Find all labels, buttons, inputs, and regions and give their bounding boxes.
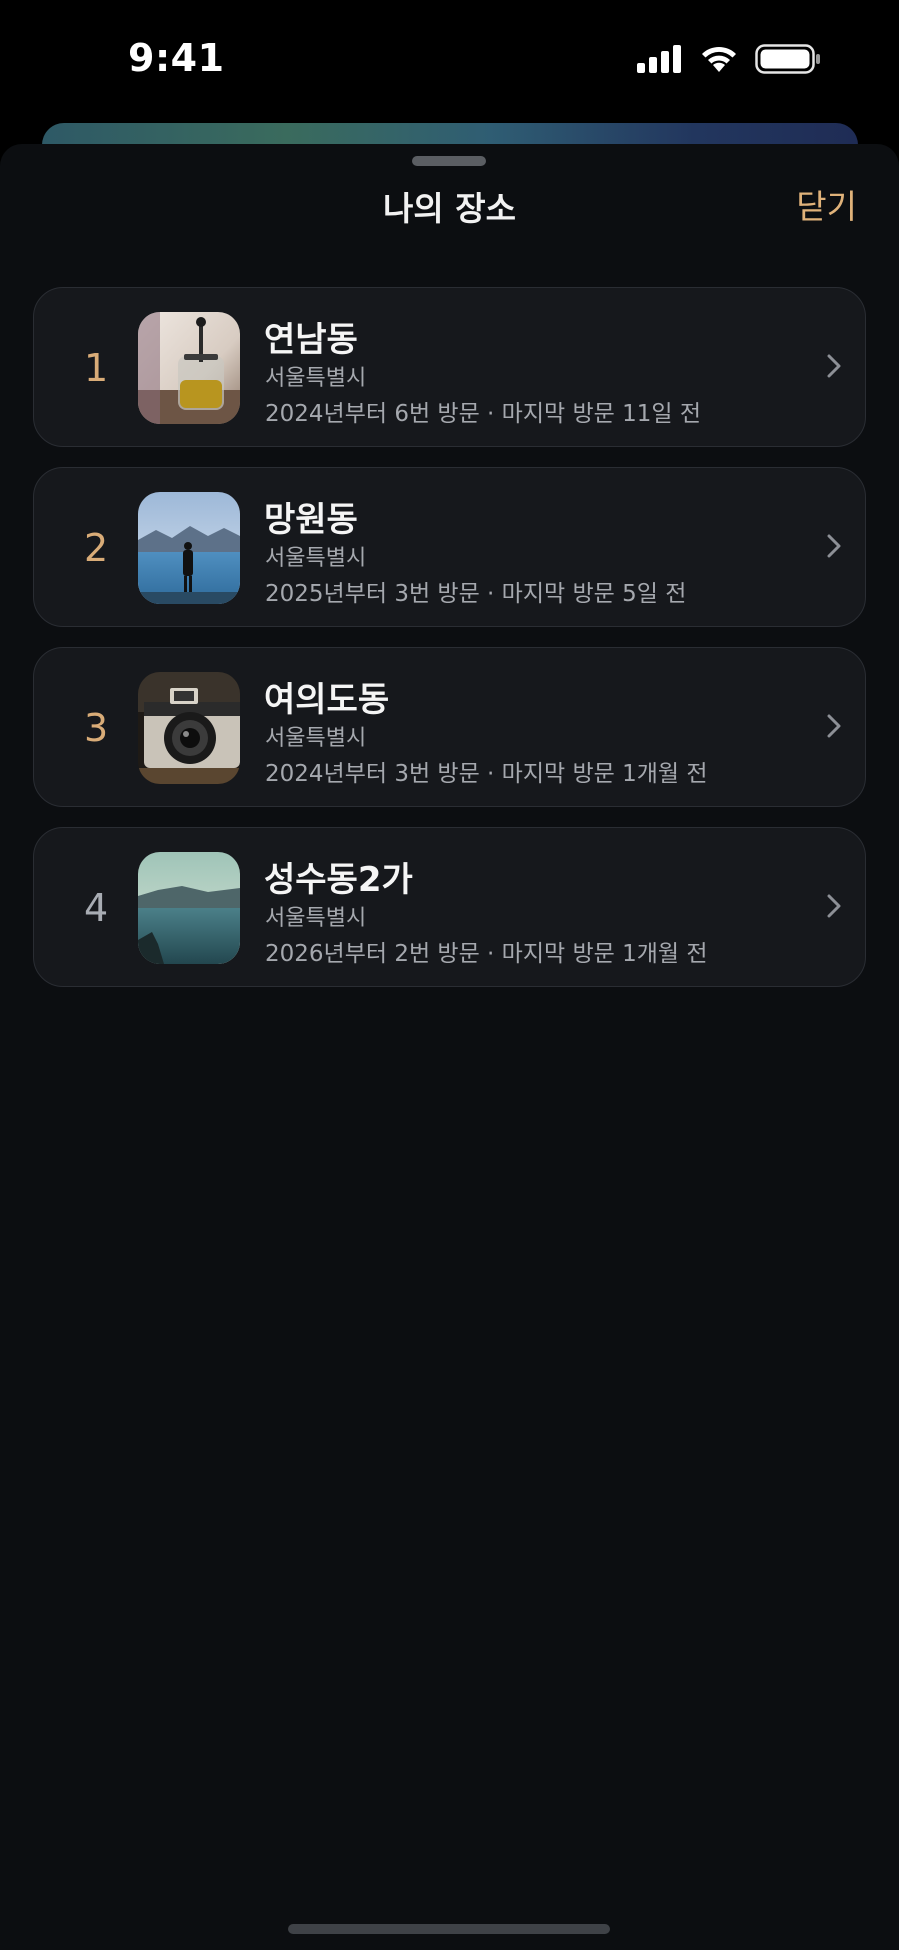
place-thumbnail — [138, 852, 240, 964]
tea-pot-photo — [138, 312, 240, 424]
chevron-right-icon — [827, 714, 841, 738]
place-row[interactable]: 2 망원동 서울특별시 2025년부터 3번 방문 · 마지막 방문 5일 전 — [33, 467, 866, 627]
place-visit-summary: 2024년부터 6번 방문 · 마지막 방문 11일 전 — [265, 401, 702, 427]
status-bar: 9:41 — [0, 0, 899, 120]
status-time: 9:41 — [128, 36, 225, 80]
place-row[interactable]: 1 연남동 서울특별시 2024년부터 6번 방문 · 마지막 방문 11일 전 — [33, 287, 866, 447]
sheet-title: 나의 장소 — [383, 189, 516, 228]
chevron-right-icon — [827, 354, 841, 378]
close-button[interactable]: 닫기 — [796, 180, 857, 228]
place-thumbnail — [138, 672, 240, 784]
place-row[interactable]: 3 여의도동 서울특별시 2024년부터 3번 방문 · 마지막 방문 1개월 … — [33, 647, 866, 807]
status-icons — [637, 44, 821, 74]
chevron-right-icon — [827, 894, 841, 918]
place-name: 성수동2가 — [264, 860, 413, 900]
place-region: 서울특별시 — [265, 906, 367, 931]
cellular-signal-icon — [637, 45, 681, 73]
place-rank: 4 — [84, 886, 109, 930]
place-region: 서울특별시 — [265, 546, 367, 571]
place-name: 여의도동 — [264, 680, 390, 720]
camera-photo — [138, 672, 240, 784]
my-places-sheet: 나의 장소 닫기 1 연남동 서울특별시 2024년부터 6번 방문 · 마지막… — [0, 144, 899, 1950]
place-visit-summary: 2025년부터 3번 방문 · 마지막 방문 5일 전 — [265, 581, 687, 607]
places-list: 1 연남동 서울특별시 2024년부터 6번 방문 · 마지막 방문 11일 전… — [33, 287, 866, 1007]
place-rank: 2 — [84, 526, 109, 570]
chevron-right-icon — [827, 534, 841, 558]
place-thumbnail — [138, 492, 240, 604]
place-name: 망원동 — [264, 500, 358, 540]
wifi-icon — [702, 46, 736, 72]
place-region: 서울특별시 — [265, 366, 367, 391]
home-indicator — [288, 1924, 610, 1934]
person-by-lake-photo — [138, 492, 240, 604]
place-visit-summary: 2026년부터 2번 방문 · 마지막 방문 1개월 전 — [265, 941, 708, 967]
place-rank: 3 — [84, 706, 109, 750]
place-rank: 1 — [84, 346, 109, 390]
place-name: 연남동 — [264, 320, 358, 360]
place-region: 서울특별시 — [265, 726, 367, 751]
sheet-grabber[interactable] — [412, 156, 486, 166]
lake-mountains-photo — [138, 852, 240, 964]
place-visit-summary: 2024년부터 3번 방문 · 마지막 방문 1개월 전 — [265, 761, 708, 787]
place-thumbnail — [138, 312, 240, 424]
battery-icon — [755, 44, 820, 74]
place-row[interactable]: 4 성수동2가 서울특별시 2026년부터 2번 방문 · 마지막 방문 1개월… — [33, 827, 866, 987]
